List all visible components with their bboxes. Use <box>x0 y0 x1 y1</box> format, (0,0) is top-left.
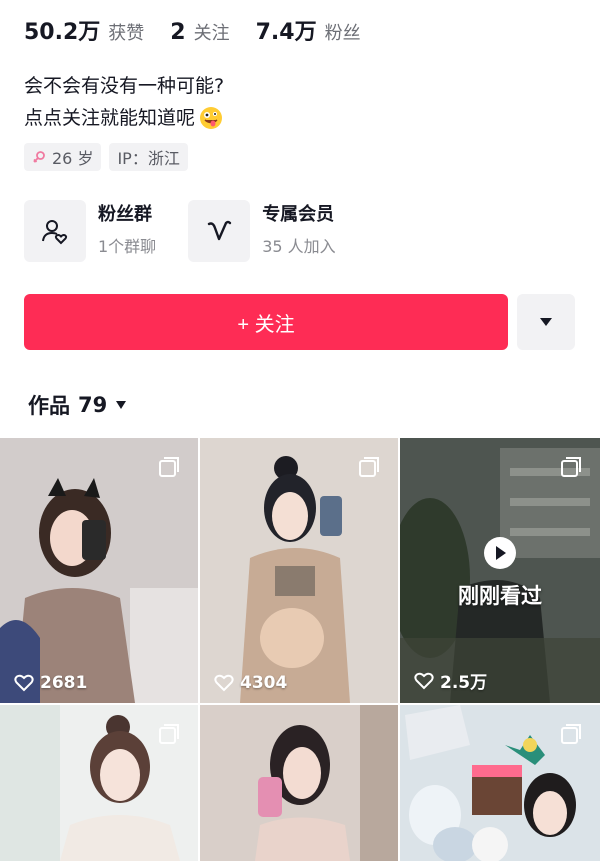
post-tile-1[interactable]: 2681 <box>0 438 198 703</box>
profile-cards: 粉丝群 1个群聊 专属会员 35 人加入 <box>24 200 368 262</box>
ip-tag: IP：浙江 <box>109 143 188 171</box>
stat-likes-value: 50.2万 <box>24 20 101 45</box>
multi-image-icon <box>359 457 379 477</box>
stat-following-value: 2 <box>170 20 186 45</box>
dropdown-triangle-icon <box>540 318 552 326</box>
stat-likes-label: 获赞 <box>108 23 145 44</box>
post-2-likes: 4304 <box>214 673 287 693</box>
post-3-likes-count: 2.5万 <box>440 673 488 693</box>
post-tile-4[interactable] <box>0 705 198 861</box>
fan-group-title: 粉丝群 <box>98 204 152 225</box>
membership-subtitle: 35 人加入 <box>262 237 336 256</box>
profile-stats: 50.2万 获赞 2 关注 7.4万 粉丝 <box>24 14 387 46</box>
stat-followers-label: 粉丝 <box>324 23 361 44</box>
works-label: 作品 <box>28 394 70 418</box>
profile-bio: 会不会有没有一种可能? 点点关注就能知道呢 <box>24 70 224 134</box>
female-icon <box>33 151 45 163</box>
membership-title: 专属会员 <box>262 204 335 225</box>
zany-face-emoji-icon <box>200 107 223 129</box>
heart-icon <box>14 674 34 692</box>
works-dropdown-icon <box>116 401 127 409</box>
post-1-likes: 2681 <box>14 673 87 693</box>
multi-image-icon <box>561 724 581 744</box>
post-1-likes-count: 2681 <box>40 673 88 693</box>
fan-group-subtitle: 1个群聊 <box>98 237 157 256</box>
multi-image-icon <box>159 724 179 744</box>
play-icon[interactable] <box>484 537 516 569</box>
membership-icon-box <box>188 200 251 262</box>
stat-likes[interactable]: 50.2万 获赞 <box>24 14 144 46</box>
membership-icon <box>207 220 232 241</box>
ip-text: IP：浙江 <box>117 149 180 168</box>
stat-following[interactable]: 2 关注 <box>170 19 229 45</box>
post-tile-5[interactable] <box>200 705 398 861</box>
fan-group-text: 粉丝群 1个群聊 <box>98 202 156 260</box>
works-tab[interactable]: 作品 79 <box>28 390 127 420</box>
age-text: 26 岁 <box>52 149 94 168</box>
heart-icon <box>214 674 234 692</box>
fan-group-icon-box <box>24 200 86 262</box>
multi-image-icon <box>159 457 179 477</box>
bio-line-1: 会不会有没有一种可能? <box>24 75 225 97</box>
stat-followers[interactable]: 7.4万 粉丝 <box>256 14 361 46</box>
multi-image-icon <box>561 457 581 477</box>
membership-card[interactable]: 专属会员 35 人加入 <box>188 200 336 262</box>
fan-group-card[interactable]: 粉丝群 1个群聊 <box>24 200 156 262</box>
post-3-likes: 2.5万 <box>414 668 487 693</box>
bio-line-2: 点点关注就能知道呢 <box>24 107 196 129</box>
age-tag: 26 岁 <box>24 143 102 171</box>
follow-button[interactable]: + 关注 <box>24 294 508 350</box>
more-options-button[interactable] <box>517 294 575 350</box>
post-tile-6[interactable] <box>400 705 600 861</box>
profile-tags: 26 岁 IP：浙江 <box>24 143 196 171</box>
post-2-likes-count: 4304 <box>240 673 288 693</box>
fan-group-icon <box>42 220 68 245</box>
heart-icon <box>414 672 434 689</box>
stat-followers-value: 7.4万 <box>255 20 317 45</box>
post-tile-3[interactable]: 2.5万 <box>400 438 600 703</box>
bio-line-2-wrap: 点点关注就能知道呢 <box>24 102 224 134</box>
post-5-figure <box>200 705 398 861</box>
recently-viewed-label: 刚刚看过 <box>458 584 542 608</box>
membership-text: 专属会员 35 人加入 <box>262 202 335 260</box>
stat-following-label: 关注 <box>193 23 230 44</box>
works-count: 79 <box>78 393 108 417</box>
post-tile-2[interactable]: 4304 <box>200 438 398 703</box>
